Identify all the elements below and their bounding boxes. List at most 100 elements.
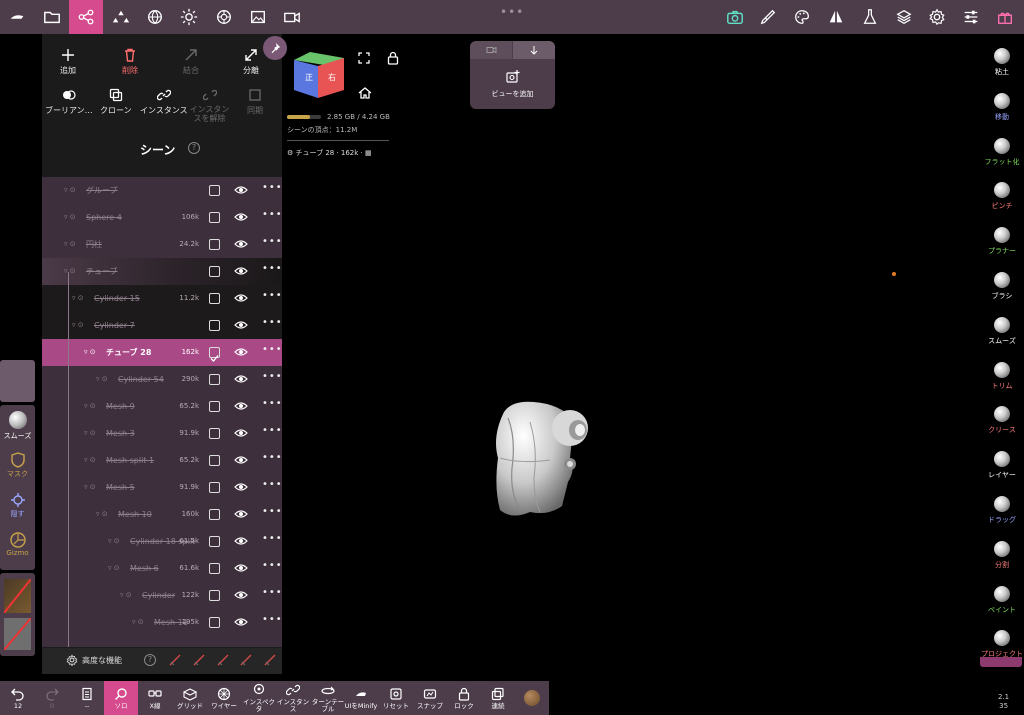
expand-chevron-icon[interactable]: ▿ ⊙ [84,420,96,447]
more-options-icon[interactable]: ••• [262,506,282,517]
more-options-icon[interactable]: ••• [262,263,282,274]
more-options-icon[interactable]: ••• [262,452,282,463]
smooth-tool[interactable]: スムーズ [0,411,35,441]
boolean-button[interactable]: ブーリアン… [45,88,93,116]
symmetry-icon[interactable] [819,0,853,34]
visibility-eye-icon[interactable] [234,212,248,222]
pivot-point[interactable] [892,272,896,276]
scene-row-checkbox[interactable] [209,212,220,223]
turntable-button[interactable]: ターンテーブル [310,681,346,715]
instance-button[interactable]: インスタンス [275,681,311,715]
sculpt-tool[interactable]: ピンチ [980,182,1024,211]
scene-row[interactable]: チューブ ▿ ⊙ ••• [42,258,282,285]
scene-row[interactable]: Cylinder 15 ▿ ⊙ 11.2k ••• [42,285,282,312]
xray-button[interactable]: X線 [140,681,170,715]
scene-row-checkbox[interactable] [209,428,220,439]
more-options-icon[interactable]: ••• [262,209,282,220]
add-button[interactable]: 追加 [60,48,76,76]
tool-slot[interactable] [0,360,35,402]
more-options-icon[interactable]: ••• [262,614,282,625]
sculpt-tool[interactable]: ドラッグ [980,496,1024,525]
gift-icon[interactable] [988,0,1022,34]
scene-row-checkbox[interactable] [209,482,220,493]
visibility-eye-icon[interactable] [234,563,248,573]
scene-row-checkbox[interactable] [209,590,220,601]
material-icon[interactable] [207,0,241,34]
sculpt-tool[interactable]: クリース [980,406,1024,435]
expand-chevron-icon[interactable]: ▿ ⊙ [84,447,96,474]
scene-row[interactable]: Cylinder ▿ ⊙ 122k ••• [42,582,282,609]
more-options-icon[interactable]: ••• [262,182,282,193]
uninstance-button[interactable]: インスタンスを解除 [187,88,232,123]
scene-row-checkbox[interactable] [209,185,220,196]
expand-chevron-icon[interactable]: ▿ ⊙ [108,555,120,582]
lock-button[interactable]: ロック [447,681,481,715]
color-button[interactable] [517,681,547,715]
scene-row[interactable]: Cylinder 54 ▿ ⊙ 290k ••• [42,366,282,393]
visibility-eye-icon[interactable] [234,239,248,249]
menu-button[interactable]: -- [70,681,104,715]
more-options-icon[interactable]: ••• [262,236,282,247]
visibility-eye-icon[interactable] [234,536,248,546]
scene-graph-icon[interactable] [69,0,103,34]
sculpt-tool[interactable]: トリム [980,361,1024,391]
more-options-icon[interactable]: ••• [262,560,282,571]
scene-row-checkbox[interactable] [209,617,220,628]
expand-chevron-icon[interactable]: ▿ ⊙ [96,501,108,528]
scene-row[interactable]: Mesh split 1 ▿ ⊙ 65.2k ••• [42,447,282,474]
visibility-eye-icon[interactable] [234,617,248,627]
settings-icon[interactable] [920,0,954,34]
sculpt-tool[interactable]: スムーズ [980,316,1024,346]
sculpt-tool[interactable]: フラット化 [980,137,1024,167]
more-options-icon[interactable]: ••• [262,479,282,490]
sculpt-tool[interactable]: 移動 [980,92,1024,122]
more-options-icon[interactable]: ••• [262,425,282,436]
scene-row-checkbox[interactable] [209,293,220,304]
sculpt-tool[interactable]: 分割 [980,540,1024,570]
scene-row-selected[interactable]: チューブ 28 ▿ ⊙ 162k ••• [42,339,282,366]
sun-icon[interactable] [172,0,206,34]
more-options-icon[interactable]: ••• [262,344,282,355]
reset-button[interactable]: リセット [379,681,413,715]
split-button[interactable]: 分離 [243,48,259,76]
visibility-eye-icon[interactable] [234,590,248,600]
disabled-action-icon[interactable] [192,653,206,667]
drag-handle[interactable]: ••• [500,5,524,19]
visibility-eye-icon[interactable] [234,428,248,438]
more-options-icon[interactable]: ••• [262,398,282,409]
home-icon[interactable] [358,87,372,99]
more-options-icon[interactable]: ••• [262,533,282,544]
scene-row[interactable]: Mesh 5 ▿ ⊙ 91.9k ••• [42,474,282,501]
expand-chevron-icon[interactable]: ▿ ⊙ [72,312,84,339]
more-options-icon[interactable]: ••• [262,317,282,328]
view-tab-download[interactable] [513,41,555,59]
scene-row[interactable]: Mesh 3 ▿ ⊙ 91.9k ••• [42,420,282,447]
inspector-button[interactable]: インスペクタ [242,681,276,715]
disabled-action-icon[interactable] [239,653,253,667]
instance-button[interactable]: インスタンス [140,88,188,116]
solo-button[interactable]: ソロ [104,681,138,715]
help-icon[interactable]: ? [144,654,156,666]
disabled-action-icon[interactable] [216,653,230,667]
expand-chevron-icon[interactable]: ▿ ⊙ [84,393,96,420]
continuous-button[interactable]: 連続 [481,681,515,715]
globe-icon[interactable] [138,0,172,34]
scene-row[interactable]: グループ ▿ ⊙ ••• [42,177,282,204]
visibility-eye-icon[interactable] [234,347,248,357]
expand-chevron-icon[interactable]: ▿ ⊙ [64,204,76,231]
scene-row[interactable]: Cylinder 7 ▿ ⊙ ••• [42,312,282,339]
expand-chevron-icon[interactable]: ▿ ⊙ [64,231,76,258]
mask-tool[interactable]: マスク [0,451,35,479]
hide-tool[interactable]: 隠す [0,491,35,519]
visibility-eye-icon[interactable] [234,455,248,465]
uiminify-button[interactable]: UIをMinify [343,681,379,715]
expand-chevron-icon[interactable]: ▿ ⊙ [120,582,132,609]
view-cube[interactable]: 正 右 [290,50,346,100]
visibility-eye-icon[interactable] [234,293,248,303]
scene-row[interactable]: Mesh 9 ▿ ⊙ 65.2k ••• [42,393,282,420]
color-swatch[interactable] [3,617,32,651]
clone-button[interactable]: クローン [100,88,132,116]
visibility-eye-icon[interactable] [234,266,248,276]
sculpt-tool[interactable]: ペイント [980,585,1024,615]
undo-button[interactable]: 12 [2,681,34,715]
